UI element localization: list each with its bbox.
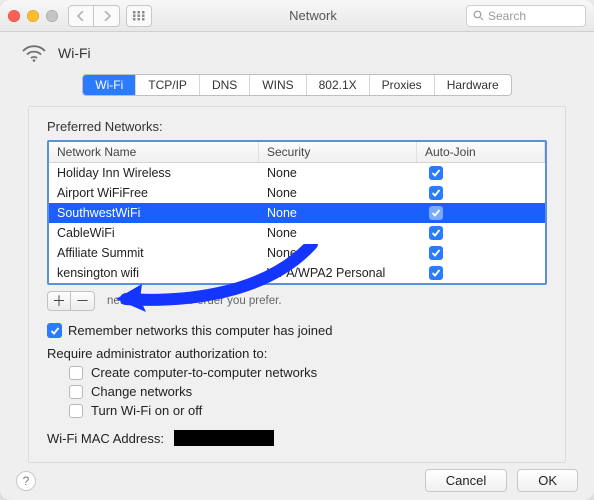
cell-name: Airport WiFiFree (49, 185, 259, 201)
table-row[interactable]: Holiday Inn WirelessNone (49, 163, 545, 183)
table-header: Network Name Security Auto-Join (49, 142, 545, 163)
mac-label: Wi-Fi MAC Address: (47, 431, 164, 446)
show-all-button[interactable] (126, 5, 152, 27)
autojoin-checkbox[interactable] (429, 166, 443, 180)
autojoin-checkbox[interactable] (429, 206, 443, 220)
tab-8021x[interactable]: 802.1X (307, 75, 370, 95)
cell-autojoin (417, 225, 545, 241)
add-network-button[interactable]: ＋ (47, 291, 71, 311)
remember-row: Remember networks this computer has join… (47, 323, 547, 338)
mac-address-row: Wi-Fi MAC Address: (47, 430, 547, 446)
tab-proxies[interactable]: Proxies (370, 75, 435, 95)
mac-address-redacted (174, 430, 274, 446)
window-title: Network (289, 8, 337, 23)
footer: ? Cancel OK (0, 463, 594, 500)
tab-wifi[interactable]: Wi-Fi (83, 75, 136, 95)
tab-dns[interactable]: DNS (200, 75, 250, 95)
require-item: Create computer-to-computer networks (69, 365, 547, 380)
autojoin-checkbox[interactable] (429, 186, 443, 200)
require-label: Change networks (91, 384, 192, 399)
cell-autojoin (417, 265, 545, 281)
search-placeholder: Search (488, 9, 526, 23)
titlebar: Network Search (0, 0, 594, 32)
cell-autojoin (417, 185, 545, 201)
autojoin-checkbox[interactable] (429, 266, 443, 280)
remove-network-button[interactable]: － (71, 291, 95, 311)
cell-security: None (259, 165, 417, 181)
search-icon (473, 10, 484, 21)
tab-wins[interactable]: WINS (250, 75, 306, 95)
cell-name: kensington wifi (49, 265, 259, 281)
zoom-window-button[interactable] (46, 10, 58, 22)
help-button[interactable]: ? (16, 471, 36, 491)
minimize-window-button[interactable] (27, 10, 39, 22)
table-row[interactable]: Affiliate SummitNone (49, 243, 545, 263)
cell-autojoin (417, 205, 545, 221)
back-button[interactable] (68, 5, 94, 27)
tab-bar: Wi-FiTCP/IPDNSWINS802.1XProxiesHardware (0, 74, 594, 96)
require-label: Turn Wi-Fi on or off (91, 403, 202, 418)
require-label: Create computer-to-computer networks (91, 365, 317, 380)
table-row[interactable]: Airport WiFiFreeNone (49, 183, 545, 203)
cell-security: WPA/WPA2 Personal (259, 265, 417, 281)
require-item: Turn Wi-Fi on or off (69, 403, 547, 418)
search-input[interactable]: Search (466, 5, 586, 27)
table-row[interactable]: SouthwestWiFiNone (49, 203, 545, 223)
col-security[interactable]: Security (259, 142, 417, 162)
close-window-button[interactable] (8, 10, 20, 22)
cell-autojoin (417, 165, 545, 181)
forward-button[interactable] (94, 5, 120, 27)
table-actions: ＋ － networks into the order you prefer. (47, 291, 547, 311)
traffic-lights (8, 10, 58, 22)
cell-security: None (259, 205, 417, 221)
require-admin-label: Require administrator authorization to: (47, 346, 547, 361)
preferred-networks-table[interactable]: Network Name Security Auto-Join Holiday … (47, 140, 547, 285)
col-network-name[interactable]: Network Name (49, 142, 259, 162)
col-auto-join[interactable]: Auto-Join (417, 142, 545, 162)
require-checkbox[interactable] (69, 366, 83, 380)
cell-name: CableWiFi (49, 225, 259, 241)
cell-security: None (259, 185, 417, 201)
autojoin-checkbox[interactable] (429, 226, 443, 240)
wifi-icon (22, 44, 46, 62)
cancel-button[interactable]: Cancel (425, 469, 507, 492)
remember-checkbox[interactable] (47, 323, 62, 338)
cell-security: None (259, 225, 417, 241)
require-checkbox[interactable] (69, 404, 83, 418)
table-row[interactable]: CableWiFiNone (49, 223, 545, 243)
cell-name: Affiliate Summit (49, 245, 259, 261)
table-row[interactable]: kensington wifiWPA/WPA2 Personal (49, 263, 545, 283)
window: Network Search Wi-Fi Wi-FiTCP/IPDNSWINS8… (0, 0, 594, 500)
service-name: Wi-Fi (58, 45, 91, 61)
autojoin-checkbox[interactable] (429, 246, 443, 260)
preferred-networks-label: Preferred Networks: (47, 119, 547, 134)
cell-name: Holiday Inn Wireless (49, 165, 259, 181)
ok-button[interactable]: OK (517, 469, 578, 492)
require-checkbox[interactable] (69, 385, 83, 399)
cell-name: SouthwestWiFi (49, 205, 259, 221)
settings-panel: Preferred Networks: Network Name Securit… (28, 106, 566, 463)
remember-label: Remember networks this computer has join… (68, 323, 332, 338)
tab-tcpip[interactable]: TCP/IP (136, 75, 200, 95)
cell-autojoin (417, 245, 545, 261)
drag-hint: networks into the order you prefer. (107, 295, 282, 307)
service-header: Wi-Fi (0, 32, 594, 70)
cell-security: None (259, 245, 417, 261)
tab-hardware[interactable]: Hardware (435, 75, 511, 95)
require-item: Change networks (69, 384, 547, 399)
nav-group (68, 5, 120, 27)
